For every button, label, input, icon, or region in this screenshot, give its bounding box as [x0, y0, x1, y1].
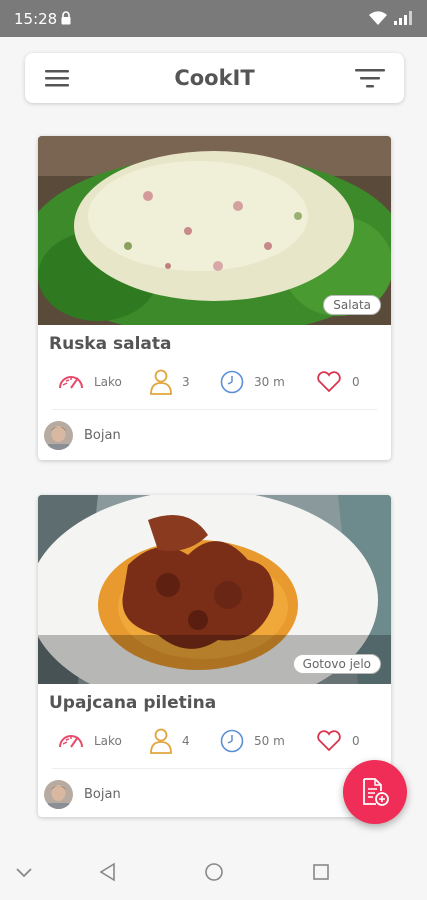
difficulty-gauge-icon: [59, 735, 83, 748]
system-nav-bar: [0, 846, 427, 900]
wifi-icon: [369, 11, 387, 25]
status-bar: 15:28: [0, 0, 427, 37]
time-value: 30 m: [254, 375, 285, 389]
recipe-meta: Lako 4 50 m 0: [38, 726, 391, 756]
author-name: Bojan: [84, 427, 121, 443]
divider: [52, 768, 377, 769]
difficulty-label: Lako: [94, 734, 122, 748]
home-button[interactable]: [204, 862, 224, 887]
like-button[interactable]: 0: [316, 367, 360, 397]
difficulty-info: Lako: [58, 726, 122, 756]
clock-icon: [220, 370, 244, 394]
back-icon: [99, 862, 115, 882]
signal-icon: [394, 11, 412, 25]
servings-info: 4: [150, 726, 190, 756]
filter-icon: [355, 69, 385, 88]
divider: [52, 409, 377, 410]
like-button[interactable]: 0: [316, 726, 360, 756]
category-badge: Salata: [323, 295, 381, 315]
recents-icon: [313, 864, 329, 880]
recipe-card[interactable]: Salata Ruska salata Lako 3 30 m 0 Bojan: [38, 136, 391, 460]
difficulty-label: Lako: [94, 375, 122, 389]
app-bar: CookIT: [25, 53, 404, 103]
recipe-image: Salata: [38, 136, 391, 325]
servings-info: 3: [150, 367, 190, 397]
avatar: [44, 779, 73, 809]
clock-icon: [220, 729, 244, 753]
author-name: Bojan: [84, 786, 121, 802]
person-icon: [150, 728, 172, 754]
lock-icon: [61, 11, 71, 25]
app-title: CookIT: [174, 66, 255, 90]
category-badge: Gotovo jelo: [292, 654, 381, 674]
likes-count: 0: [352, 734, 360, 748]
back-button[interactable]: [98, 862, 118, 887]
recents-button[interactable]: [311, 862, 331, 887]
servings-count: 4: [182, 734, 190, 748]
difficulty-info: Lako: [58, 367, 122, 397]
time-info: 30 m: [220, 367, 285, 397]
likes-count: 0: [352, 375, 360, 389]
difficulty-gauge-icon: [59, 376, 83, 389]
recipe-card[interactable]: Gotovo jelo Upajcana piletina Lako 4 50 …: [38, 495, 391, 817]
author-info[interactable]: Bojan: [44, 420, 121, 450]
recipe-title: Upajcana piletina: [49, 693, 217, 713]
recipe-meta: Lako 3 30 m 0: [38, 367, 391, 397]
heart-icon: [317, 371, 341, 393]
home-icon: [205, 863, 223, 881]
heart-icon: [317, 730, 341, 752]
time-value: 50 m: [254, 734, 285, 748]
nav-down-icon: [16, 868, 32, 878]
filter-button[interactable]: [355, 68, 385, 95]
person-icon: [150, 369, 172, 395]
status-time: 15:28: [14, 10, 58, 28]
add-recipe-icon: [363, 778, 389, 806]
time-info: 50 m: [220, 726, 285, 756]
nav-down-button[interactable]: [14, 862, 34, 887]
author-info[interactable]: Bojan: [44, 779, 121, 809]
add-recipe-button[interactable]: [343, 760, 407, 824]
avatar: [44, 420, 73, 450]
recipe-title: Ruska salata: [49, 334, 172, 354]
servings-count: 3: [182, 375, 190, 389]
recipe-image: Gotovo jelo: [38, 495, 391, 684]
